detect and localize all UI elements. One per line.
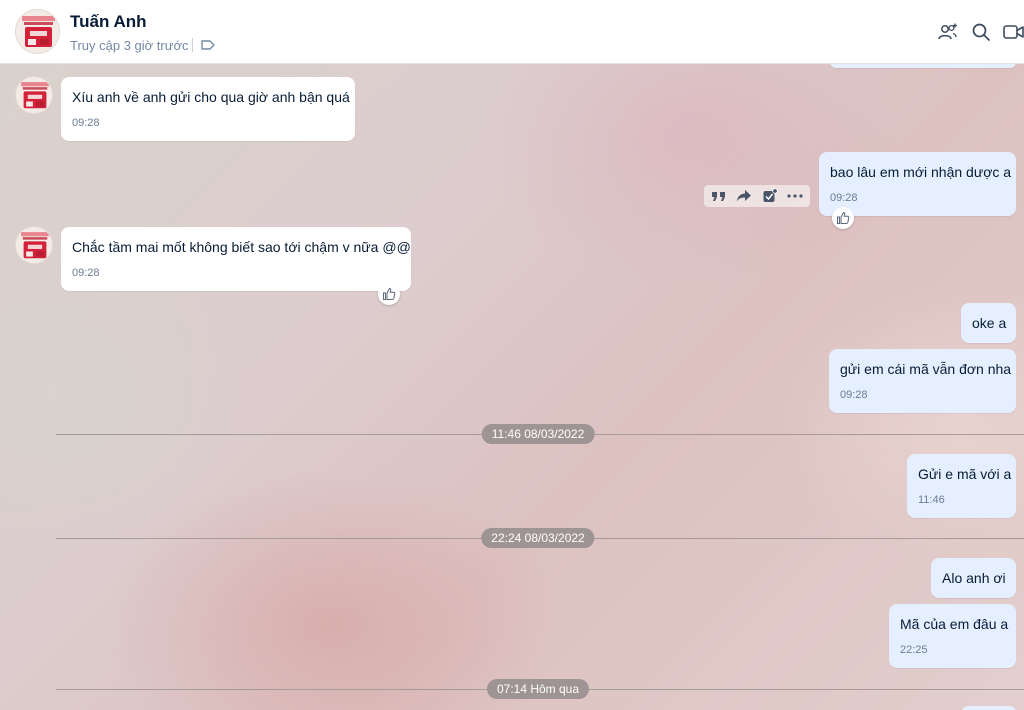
message-list[interactable]: Xíu anh về anh gửi cho qua giờ anh bận q…	[0, 64, 1024, 710]
message-text: oke a	[972, 315, 1007, 331]
message-bubble-partial[interactable]	[962, 706, 1016, 710]
forward-icon[interactable]	[733, 186, 755, 206]
like-reaction-button[interactable]	[378, 283, 400, 305]
mark-task-icon[interactable]	[759, 186, 781, 206]
message-bubble-outgoing[interactable]: oke a	[961, 303, 1016, 343]
contact-status: Truy cập 3 giờ trước	[70, 38, 189, 53]
video-call-icon[interactable]	[1002, 20, 1024, 44]
add-member-icon[interactable]	[936, 20, 960, 44]
status-divider	[192, 38, 193, 52]
message-time: 09:28	[72, 267, 100, 279]
date-divider-label: 11:46 08/03/2022	[481, 424, 595, 444]
message-time: 11:46	[918, 494, 945, 506]
message-time: 09:28	[830, 192, 858, 204]
sender-avatar[interactable]	[15, 76, 53, 114]
contact-name[interactable]: Tuấn Anh	[70, 12, 146, 32]
message-time: 09:28	[72, 117, 100, 129]
quote-icon[interactable]	[708, 186, 730, 206]
message-bubble-outgoing[interactable]: gửi em cái mã vẫn đơn nha 09:28	[829, 349, 1016, 413]
date-divider-label: 22:24 08/03/2022	[481, 528, 595, 548]
message-text: bao lâu em mới nhận dược a	[830, 164, 1012, 180]
search-icon[interactable]	[969, 20, 993, 44]
message-bubble-incoming[interactable]: Xíu anh về anh gửi cho qua giờ anh bận q…	[61, 77, 355, 141]
message-text: Mã của em đâu a	[900, 616, 1009, 632]
date-divider-label: 07:14 Hôm qua	[486, 679, 590, 699]
sender-avatar[interactable]	[15, 226, 53, 264]
thumbs-up-icon	[837, 211, 850, 224]
message-bubble-outgoing[interactable]: Mã của em đâu a 22:25	[889, 604, 1016, 668]
message-bubble-outgoing[interactable]: bao lâu em mới nhận dược a 09:28	[819, 152, 1016, 216]
message-bubble-outgoing[interactable]: Alo anh ơi	[931, 558, 1016, 598]
like-reaction-button[interactable]	[832, 207, 854, 229]
more-icon[interactable]	[784, 186, 806, 206]
label-tag-icon[interactable]	[200, 38, 216, 52]
message-text: Chắc tầm mai mốt không biết sao tới chậm…	[72, 239, 411, 255]
thumbs-up-icon	[383, 287, 396, 300]
message-time: 09:28	[840, 389, 868, 401]
message-bubble-incoming[interactable]: Chắc tầm mai mốt không biết sao tới chậm…	[61, 227, 411, 291]
chat-window: Tuấn Anh Truy cập 3 giờ trước Xíu anh về…	[0, 0, 1024, 710]
message-bubble-partial[interactable]	[830, 64, 1016, 68]
message-text: gửi em cái mã vẫn đơn nha	[840, 361, 1012, 377]
message-text: Xíu anh về anh gửi cho qua giờ anh bận q…	[72, 89, 350, 105]
chat-header: Tuấn Anh Truy cập 3 giờ trước	[0, 0, 1024, 64]
message-action-toolbar	[704, 185, 810, 207]
message-time: 22:25	[900, 644, 928, 656]
message-text: Alo anh ơi	[942, 570, 1006, 586]
message-text: Gửi e mã với a	[918, 466, 1012, 482]
contact-avatar[interactable]	[15, 9, 60, 54]
message-bubble-outgoing[interactable]: Gửi e mã với a 11:46	[907, 454, 1016, 518]
